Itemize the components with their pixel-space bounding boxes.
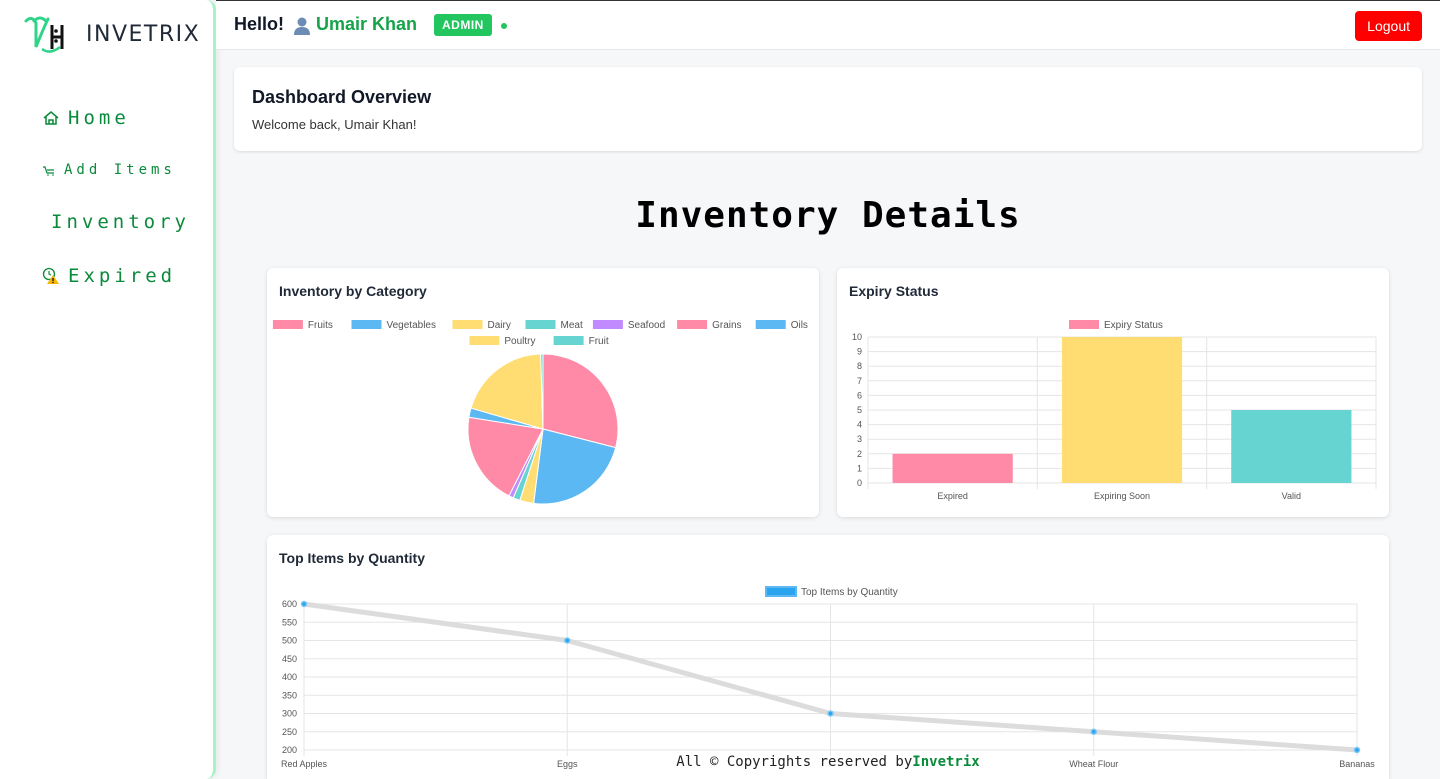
y-tick-label: 1 [857, 463, 862, 473]
sidebar-item-add-items[interactable]: Add Items [42, 152, 176, 188]
role-badge: ADMIN [434, 14, 492, 36]
x-tick-label: Expired [937, 491, 968, 501]
category-chart-card: Inventory by Category Fruits Vegetables Da… [267, 268, 819, 517]
top-header: Hello! Umair Khan ADMIN Logout [216, 0, 1440, 50]
sidebar-item-label: Expired [68, 265, 177, 287]
y-tick-label: 10 [852, 332, 862, 342]
y-tick-label: 300 [282, 709, 297, 719]
footer-text: All © Copyrights reserved by [676, 754, 913, 770]
x-tick-label: Expiring Soon [1094, 491, 1150, 501]
legend-label: Meat [561, 320, 583, 331]
data-point [1090, 728, 1097, 735]
legend-label: Fruits [308, 320, 333, 331]
legend-swatch [553, 336, 584, 345]
sidebar-item-inventory[interactable]: Inventory [51, 204, 190, 240]
logo-mark-icon [24, 16, 64, 53]
bar [1231, 410, 1352, 483]
legend-swatch [677, 320, 708, 329]
sidebar-item-label: Home [68, 107, 130, 129]
legend-swatch [1069, 320, 1099, 329]
y-tick-label: 9 [857, 347, 862, 357]
legend-swatch [755, 320, 786, 329]
legend-swatch [525, 320, 556, 329]
home-icon [43, 111, 59, 125]
x-tick-label: Valid [1282, 491, 1301, 501]
pie-chart: Fruits Vegetables Dairy Meat Seafood Grains Oi… [272, 320, 808, 505]
top-items-chart-card: Top Items by Quantity Top Items by Quant… [267, 535, 1389, 779]
legend-label: Expiry Status [1104, 320, 1163, 331]
y-tick-label: 7 [857, 376, 862, 386]
y-tick-label: 6 [857, 390, 862, 400]
greeting: Hello! Umair Khan [234, 14, 417, 35]
dashboard-overview-card: Dashboard Overview Welcome back, Umair K… [234, 67, 1422, 151]
data-point [300, 600, 308, 608]
legend-label: Grains [712, 320, 741, 331]
y-tick-label: 8 [857, 361, 862, 371]
user-icon [294, 17, 311, 35]
bar-chart: Expiry Status 0 1 2 3 4 5 6 7 8 9 10 Expired Expiring… [852, 320, 1377, 501]
legend-swatch [272, 320, 303, 329]
y-tick-label: 2 [857, 449, 862, 459]
cart-icon [43, 166, 54, 176]
y-tick-label: 400 [282, 672, 297, 682]
data-point [827, 710, 834, 717]
sidebar: INVETRIX Home Add Items Inventory Expire… [0, 0, 216, 779]
brand-name: INVETRIX [86, 21, 201, 47]
legend-label: Oils [791, 320, 808, 331]
sidebar-item-expired[interactable]: Expired [42, 258, 176, 294]
expiry-chart-card: Expiry Status Expiry Status 0 1 2 3 4 5 6 7 8 9 10 E… [837, 268, 1389, 517]
y-tick-label: 4 [857, 420, 862, 430]
data-point [564, 637, 571, 644]
sidebar-item-label: Inventory [51, 211, 190, 233]
legend-label: Fruit [589, 336, 609, 347]
legend-label: Poultry [504, 336, 535, 347]
footer-brand: Invetrix [912, 754, 980, 770]
expired-warning-icon [42, 267, 59, 284]
online-status-dot [501, 23, 507, 29]
y-tick-label: 550 [282, 617, 297, 627]
bar [1061, 337, 1183, 483]
legend-swatch [351, 320, 382, 329]
y-tick-label: 0 [857, 478, 862, 488]
legend-label: Dairy [488, 320, 511, 331]
legend-swatch [765, 586, 797, 597]
y-tick-label: 350 [282, 690, 297, 700]
legend-label: Top Items by Quantity [801, 587, 898, 598]
y-tick-label: 500 [282, 636, 297, 646]
y-tick-label: 3 [857, 434, 862, 444]
sidebar-item-label: Add Items [64, 162, 176, 178]
y-tick-label: 450 [282, 654, 297, 664]
legend-label: Seafood [628, 320, 665, 331]
logout-button[interactable]: Logout [1355, 11, 1422, 41]
overview-welcome: Welcome back, Umair Khan! [252, 117, 417, 132]
y-tick-label: 250 [282, 727, 297, 737]
brand-logo[interactable]: INVETRIX [22, 12, 200, 56]
legend-swatch [452, 320, 483, 329]
legend-label: Vegetables [387, 320, 437, 331]
y-tick-label: 600 [282, 599, 297, 609]
y-tick-label: 5 [857, 405, 862, 415]
user-name: Umair Khan [316, 14, 418, 34]
footer: All © Copyrights reserved byInvetrix [216, 747, 1440, 779]
line-chart: Top Items by Quantity2002503003504004505… [281, 586, 1375, 769]
sidebar-item-home[interactable]: Home [42, 100, 130, 136]
legend-swatch [592, 320, 623, 329]
overview-title: Dashboard Overview [252, 87, 432, 107]
legend-swatch [469, 336, 500, 345]
bar [892, 453, 1013, 483]
page-title: Inventory Details [635, 195, 1021, 236]
greeting-text: Hello! [234, 14, 285, 34]
